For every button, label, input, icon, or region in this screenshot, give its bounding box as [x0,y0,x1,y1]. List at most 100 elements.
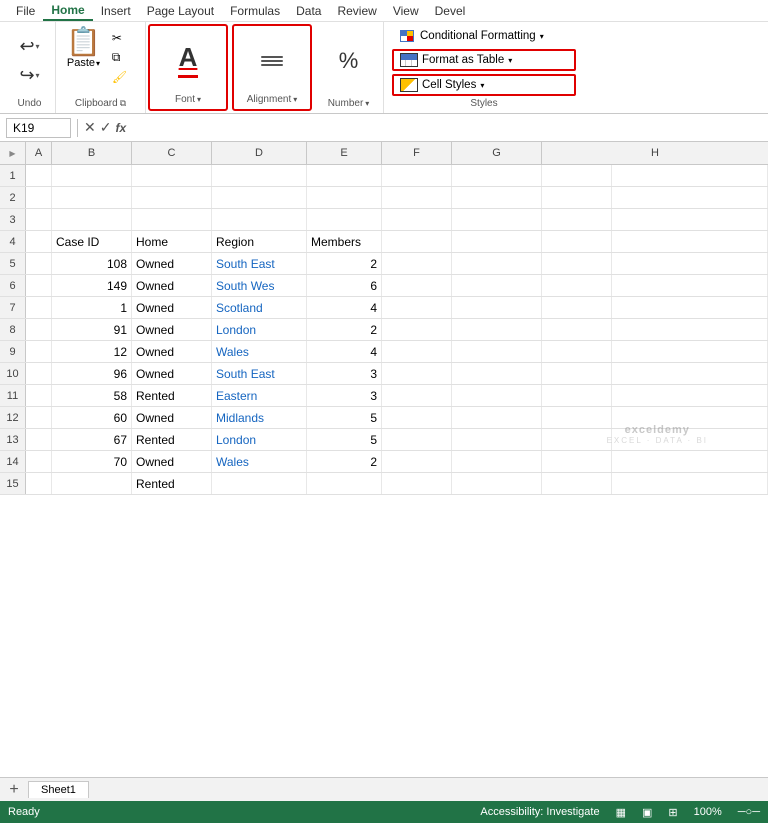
cell-reference-box[interactable] [6,118,71,138]
col-header-f[interactable]: F [382,142,452,164]
cell[interactable] [26,297,52,318]
cell[interactable] [132,187,212,208]
cell[interactable] [382,253,452,274]
cell[interactable] [452,187,542,208]
cell[interactable]: Owned [132,297,212,318]
col-header-g[interactable]: G [452,142,542,164]
row-header[interactable]: 9 [0,341,26,362]
cell[interactable] [26,473,52,494]
cell[interactable] [26,407,52,428]
cell[interactable] [26,209,52,230]
redo-button[interactable]: ↪ ▾ [15,63,43,88]
cell[interactable] [382,363,452,384]
cell[interactable]: Region [212,231,307,252]
cell[interactable] [452,319,542,340]
cell[interactable]: Wales [212,451,307,472]
cell[interactable] [52,473,132,494]
undo-button[interactable]: ↩ ▾ [15,34,43,59]
cell[interactable] [212,187,307,208]
cell[interactable]: 2 [307,253,382,274]
cell[interactable] [52,209,132,230]
cell[interactable] [382,429,452,450]
sheet-tab-sheet1[interactable]: Sheet1 [28,781,89,798]
cell[interactable] [612,253,768,274]
cell[interactable] [307,473,382,494]
cell[interactable]: 149 [52,275,132,296]
cell[interactable] [307,187,382,208]
col-header-h[interactable]: H [542,142,768,164]
col-header-b[interactable]: B [52,142,132,164]
clipboard-expand-icon[interactable]: ⧉ [120,98,126,109]
col-header-d[interactable]: D [212,142,307,164]
format-as-table-button[interactable]: Format as Table ▾ [392,49,576,71]
cell[interactable]: 2 [307,451,382,472]
cell[interactable]: 67 [52,429,132,450]
cell[interactable] [542,231,612,252]
cell[interactable] [542,385,612,406]
cell[interactable]: 5 [307,429,382,450]
cell[interactable] [542,275,612,296]
menu-home[interactable]: Home [43,1,92,21]
conditional-formatting-button[interactable]: Conditional Formatting ▾ [392,26,576,46]
cell[interactable]: 3 [307,363,382,384]
cell[interactable] [542,341,612,362]
cell[interactable] [612,385,768,406]
cell[interactable] [612,363,768,384]
cell[interactable]: Home [132,231,212,252]
cell[interactable]: 58 [52,385,132,406]
cell-styles-button[interactable]: Cell Styles ▾ [392,74,576,96]
cell[interactable] [382,165,452,186]
cell[interactable] [382,407,452,428]
cell[interactable]: 2 [307,319,382,340]
row-header[interactable]: 1 [0,165,26,186]
row-header[interactable]: 14 [0,451,26,472]
cell[interactable]: 4 [307,297,382,318]
cell[interactable] [452,385,542,406]
status-zoom-slider[interactable]: ─○─ [738,806,760,818]
cell[interactable]: Rented [132,385,212,406]
cell[interactable]: 96 [52,363,132,384]
cell[interactable] [452,209,542,230]
cell[interactable] [612,451,768,472]
cell[interactable]: Rented [132,429,212,450]
cell[interactable]: 1 [52,297,132,318]
cell[interactable] [452,429,542,450]
status-view-page[interactable]: ▣ [642,806,652,819]
cell[interactable]: London [212,319,307,340]
cell[interactable] [382,385,452,406]
cell[interactable] [52,165,132,186]
cell[interactable]: Scotland [212,297,307,318]
cell[interactable] [452,253,542,274]
menu-insert[interactable]: Insert [93,2,139,20]
cell[interactable] [26,451,52,472]
cell[interactable] [452,473,542,494]
cell[interactable] [612,319,768,340]
cell[interactable]: Rented [132,473,212,494]
select-all-icon[interactable]: ▶ [9,149,15,158]
cell[interactable] [382,297,452,318]
cell[interactable]: Members [307,231,382,252]
cell[interactable]: Case ID [52,231,132,252]
cell[interactable] [452,407,542,428]
cell[interactable] [612,231,768,252]
cell[interactable]: Eastern [212,385,307,406]
formula-input[interactable] [132,119,762,137]
row-header[interactable]: 13 [0,429,26,450]
cell[interactable] [452,451,542,472]
cell[interactable]: Owned [132,407,212,428]
row-header[interactable]: 2 [0,187,26,208]
col-header-c[interactable]: C [132,142,212,164]
cell[interactable]: London [212,429,307,450]
cell[interactable] [612,341,768,362]
cell[interactable] [26,165,52,186]
copy-button[interactable]: ⧉ [109,49,130,66]
cell[interactable]: 91 [52,319,132,340]
cell[interactable] [452,341,542,362]
cell[interactable] [612,275,768,296]
cell[interactable] [612,473,768,494]
cell[interactable] [382,275,452,296]
cell[interactable] [26,319,52,340]
cell[interactable] [382,341,452,362]
menu-page-layout[interactable]: Page Layout [139,2,222,20]
cell[interactable] [52,187,132,208]
